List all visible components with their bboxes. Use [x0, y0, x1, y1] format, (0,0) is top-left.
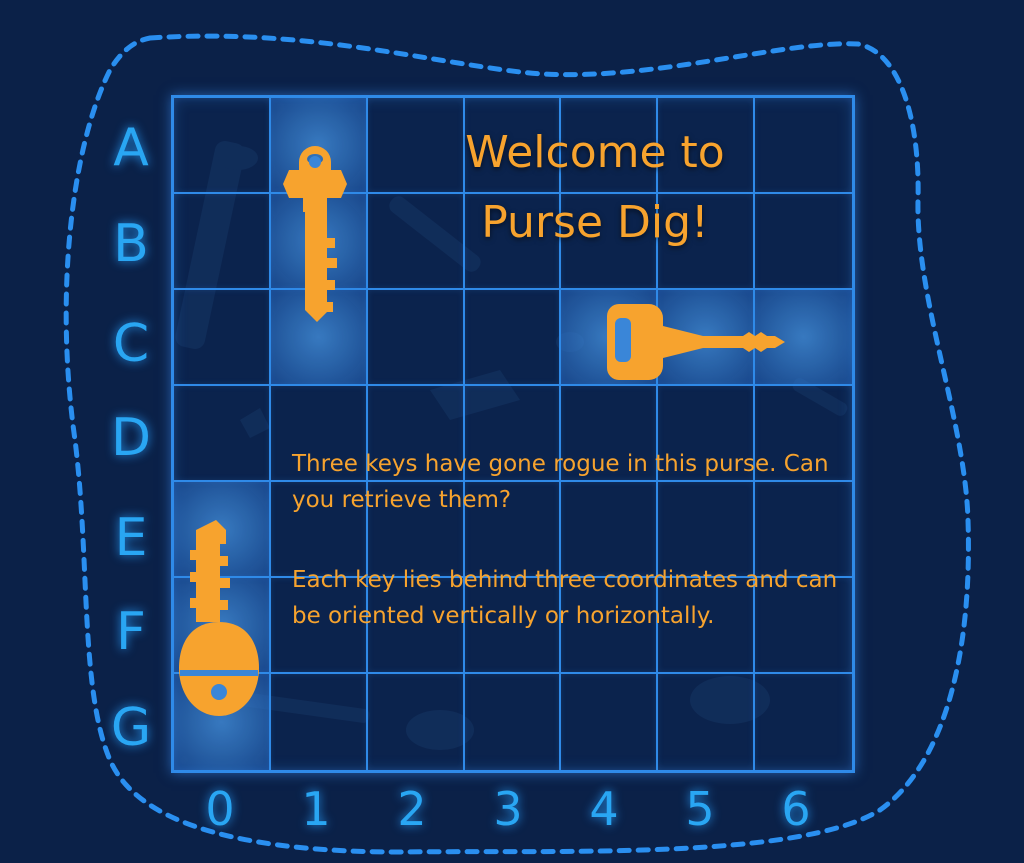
- grid-cell-a0[interactable]: [174, 98, 271, 194]
- grid-cell-g4[interactable]: [561, 674, 659, 770]
- grid-cell-b0[interactable]: [174, 194, 271, 290]
- row-label-d: D: [110, 408, 152, 468]
- grid-cell-c0[interactable]: [174, 290, 271, 386]
- grid-cell-g6[interactable]: [755, 674, 852, 770]
- column-label-3: 3: [493, 782, 523, 836]
- column-label-5: 5: [685, 782, 715, 836]
- column-label-0: 0: [205, 782, 235, 836]
- row-label-e: E: [114, 508, 148, 568]
- column-label-2: 2: [397, 782, 427, 836]
- page-title: Welcome to Purse Dig!: [465, 127, 725, 249]
- grid-cell-d0[interactable]: [174, 386, 271, 482]
- purse-dig-board: A B C D E F G 0 1 2 3 4 5 6 Welcome to P…: [0, 0, 1024, 863]
- house-key-icon: [179, 520, 259, 716]
- grid-cell-g1[interactable]: [271, 674, 368, 770]
- grid-cell-g3[interactable]: [465, 674, 562, 770]
- column-label-6: 6: [781, 782, 811, 836]
- column-label-1: 1: [301, 782, 331, 836]
- instructions-paragraph-1: Three keys have gone rogue in this purse…: [292, 451, 829, 513]
- row-label-g: G: [110, 698, 152, 758]
- car-key-icon: [607, 304, 785, 380]
- row-label-b: B: [113, 214, 149, 274]
- grid-cell-g2[interactable]: [368, 674, 465, 770]
- grid-cell-c3[interactable]: [464, 290, 562, 386]
- grid-cell-a6[interactable]: [755, 98, 852, 194]
- house-key-icon: [283, 146, 347, 322]
- grid-cell-c2[interactable]: [367, 290, 465, 386]
- column-label-4: 4: [589, 782, 619, 836]
- row-label-a: A: [113, 118, 149, 178]
- grid-cell-b6[interactable]: [755, 194, 852, 290]
- row-label-c: C: [112, 314, 150, 374]
- grid-cell-g5[interactable]: [658, 674, 756, 770]
- instructions-paragraph-2: Each key lies behind three coordinates a…: [292, 567, 838, 629]
- row-label-f: F: [116, 602, 146, 662]
